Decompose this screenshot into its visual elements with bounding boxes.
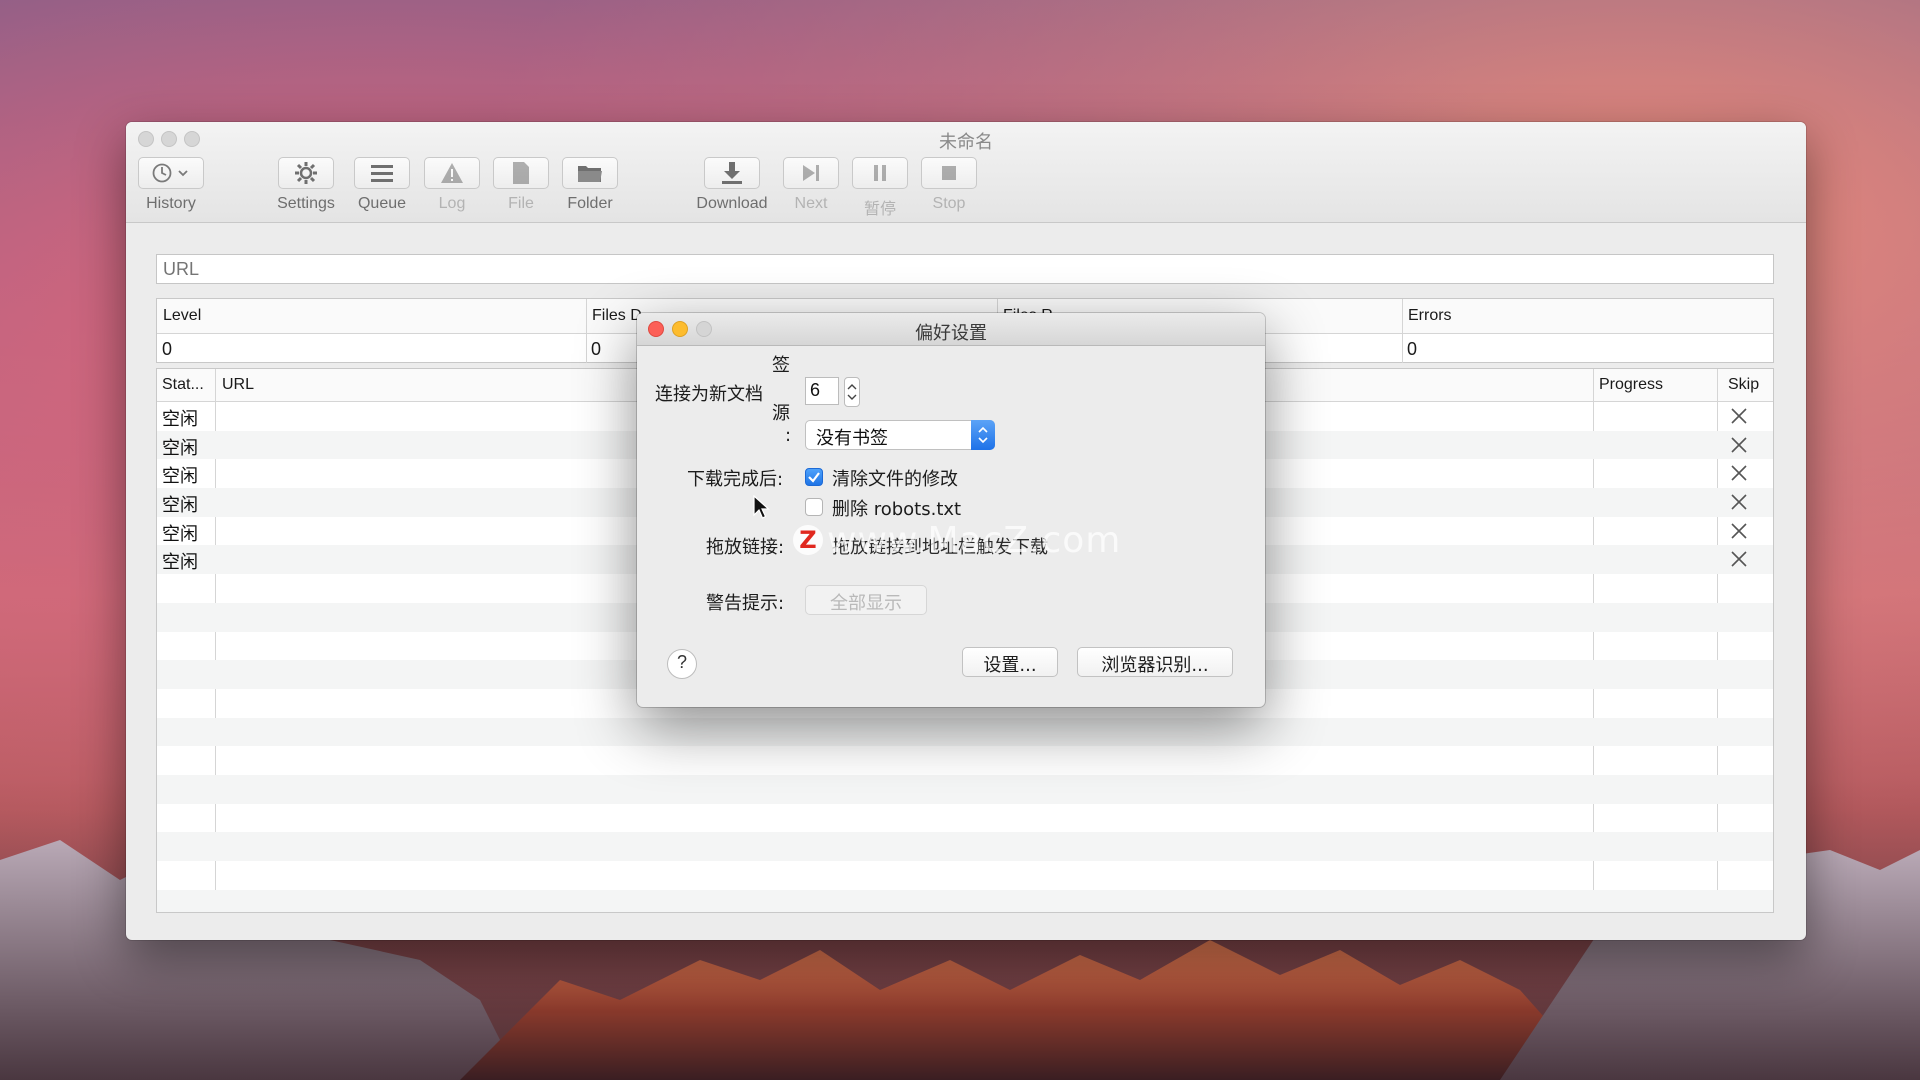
- connect-label: 连接为新文档: [655, 384, 763, 405]
- empty-row: [157, 804, 1773, 833]
- dialog-titlebar: 偏好设置: [637, 313, 1265, 346]
- settings-button[interactable]: Settings: [274, 157, 338, 213]
- level-header: Level: [163, 307, 202, 324]
- browser-detect-button[interactable]: 浏览器识别...: [1077, 647, 1233, 677]
- folder-button[interactable]: Folder: [562, 157, 618, 213]
- bookmark-source-popup[interactable]: 没有书签: [805, 420, 995, 450]
- settings-label: Settings: [277, 195, 335, 212]
- empty-row: [157, 774, 1773, 804]
- empty-row: [157, 717, 1773, 747]
- skip-x-icon[interactable]: [1728, 405, 1750, 427]
- stepper-arrows-icon: [847, 384, 857, 400]
- empty-row: [157, 746, 1773, 775]
- skip-x-icon[interactable]: [1728, 548, 1750, 570]
- folder-icon: [578, 166, 602, 182]
- status-cell: 空闲: [162, 552, 198, 574]
- errors-value: 0: [1407, 339, 1418, 359]
- stop-icon: [942, 166, 956, 180]
- bookmark-label-line-2: 源: [772, 403, 790, 424]
- connections-field[interactable]: 6: [805, 377, 839, 405]
- remove-robots-label: 删除 robots.txt: [832, 499, 962, 520]
- clear-changes-checkbox[interactable]: [805, 468, 823, 486]
- settings-dialog-button[interactable]: 设置...: [962, 647, 1058, 677]
- file-label: File: [508, 195, 534, 212]
- queue-button[interactable]: Queue: [354, 157, 410, 213]
- skip-x-icon[interactable]: [1728, 462, 1750, 484]
- remove-robots-checkbox[interactable]: [805, 498, 823, 516]
- files-downloaded-header: Files D: [592, 307, 642, 324]
- status-cell: 空闲: [162, 409, 198, 430]
- status-cell: 空闲: [162, 495, 198, 517]
- download-label: Download: [696, 195, 768, 212]
- empty-row: [157, 832, 1773, 861]
- bookmark-source-value: 没有书签: [816, 428, 888, 449]
- files-downloaded-value: 0: [591, 339, 602, 359]
- drag-link-label: 拖放链接:: [706, 537, 785, 558]
- title-toolbar: 未命名 History Settings Queue Log File Fold…: [126, 122, 1806, 223]
- pause-icon: [874, 165, 886, 181]
- window-title: 未命名: [939, 132, 993, 152]
- history-label: History: [146, 195, 196, 212]
- empty-row: [157, 861, 1773, 890]
- status-cell: 空闲: [162, 523, 198, 545]
- progress-column-header[interactable]: Progress: [1599, 376, 1663, 394]
- list-icon: [371, 165, 393, 182]
- url-column-header[interactable]: URL: [222, 376, 254, 394]
- status-cell: 空闲: [162, 437, 198, 459]
- skip-x-icon[interactable]: [1728, 434, 1750, 456]
- bookmark-label-line-3: :: [785, 425, 792, 446]
- url-input[interactable]: [156, 254, 1774, 284]
- history-button[interactable]: History: [138, 157, 204, 213]
- log-label: Log: [438, 195, 466, 212]
- pause-label: 暂停: [863, 201, 896, 218]
- stop-button[interactable]: Stop: [921, 157, 977, 213]
- skip-forward-icon: [803, 165, 819, 181]
- errors-header: Errors: [1408, 307, 1452, 324]
- connections-stepper[interactable]: [844, 377, 860, 407]
- help-button[interactable]: ?: [667, 649, 697, 679]
- watermark-text: www.MacZ.com: [827, 520, 1122, 561]
- next-button[interactable]: Next: [783, 157, 839, 213]
- checkmark-icon: [808, 472, 820, 483]
- bookmark-label-line-1: 签: [772, 355, 790, 376]
- mouse-pointer-icon: [753, 495, 771, 519]
- skip-x-icon[interactable]: [1728, 520, 1750, 542]
- dialog-title: 偏好设置: [915, 323, 987, 344]
- watermark-logo: Z: [793, 525, 823, 555]
- warning-icon: [441, 163, 463, 183]
- clear-changes-label: 清除文件的修改: [832, 469, 958, 490]
- preferences-dialog: 偏好设置 连接为新文档 6 签 源 : 没有书签 下载完成后: 清除文件的修改 …: [637, 313, 1265, 707]
- queue-label: Queue: [357, 195, 407, 212]
- skip-column-header[interactable]: Skip: [1728, 376, 1759, 394]
- download-button[interactable]: Download: [692, 157, 772, 213]
- after-download-label: 下载完成后:: [687, 469, 784, 490]
- gear-icon: [295, 162, 317, 184]
- file-button[interactable]: File: [493, 157, 549, 213]
- folder-label: Folder: [567, 195, 613, 212]
- status-cell: 空闲: [162, 466, 198, 488]
- level-value: 0: [162, 339, 173, 359]
- popup-arrows-icon: [971, 420, 995, 450]
- next-label: Next: [794, 195, 828, 212]
- clock-icon: [152, 163, 188, 183]
- file-icon: [513, 162, 529, 184]
- pause-button[interactable]: 暂停: [852, 157, 908, 219]
- warning-label: 警告提示:: [706, 593, 785, 614]
- skip-x-icon[interactable]: [1728, 491, 1750, 513]
- empty-row: [157, 889, 1773, 912]
- status-column-header[interactable]: Stat...: [162, 376, 204, 394]
- download-icon: [722, 162, 742, 184]
- log-button[interactable]: Log: [424, 157, 480, 213]
- stop-label: Stop: [932, 195, 966, 212]
- show-all-button[interactable]: 全部显示: [805, 585, 927, 615]
